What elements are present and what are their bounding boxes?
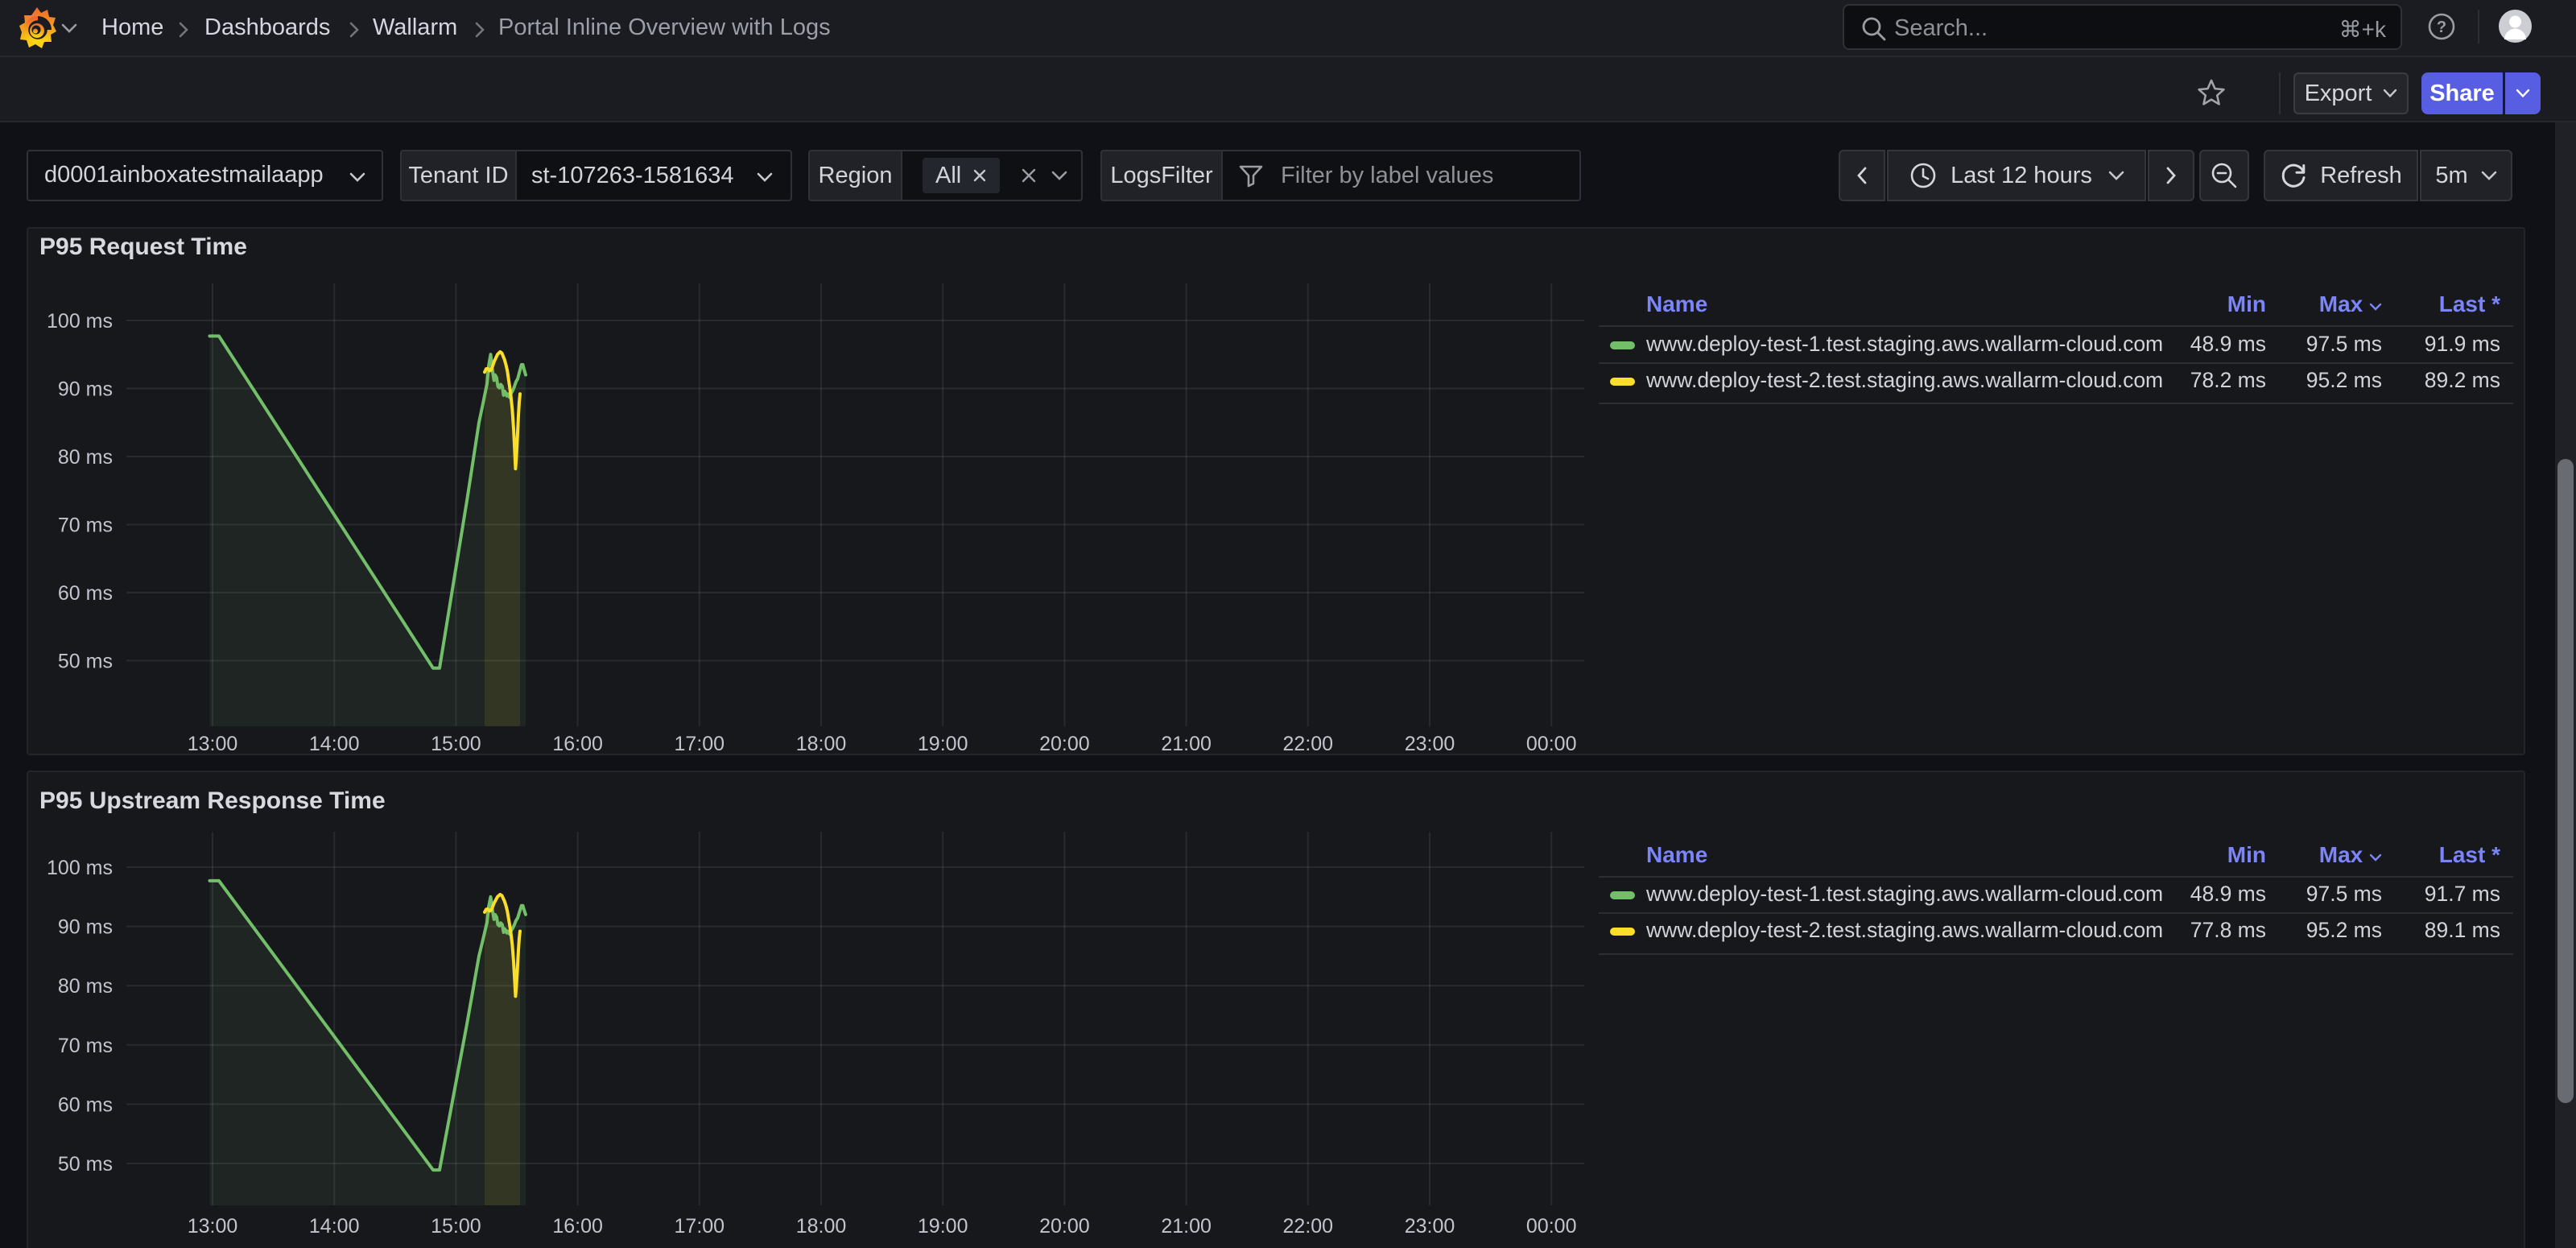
- svg-text:20:00: 20:00: [1039, 1215, 1090, 1238]
- svg-text:23:00: 23:00: [1405, 1215, 1455, 1238]
- svg-text:15:00: 15:00: [431, 733, 481, 755]
- svg-text:20:00: 20:00: [1039, 733, 1090, 755]
- svg-text:50 ms: 50 ms: [58, 1153, 113, 1176]
- svg-text:23:00: 23:00: [1405, 733, 1455, 755]
- svg-text:21:00: 21:00: [1161, 733, 1212, 755]
- svg-text:19:00: 19:00: [918, 733, 968, 755]
- svg-text:50 ms: 50 ms: [58, 651, 113, 673]
- svg-text:21:00: 21:00: [1161, 1215, 1212, 1238]
- svg-text:14:00: 14:00: [309, 1215, 360, 1238]
- svg-text:100 ms: 100 ms: [47, 857, 113, 879]
- svg-text:22:00: 22:00: [1283, 733, 1334, 755]
- svg-text:18:00: 18:00: [796, 1215, 847, 1238]
- svg-text:18:00: 18:00: [796, 733, 847, 755]
- svg-text:17:00: 17:00: [675, 1215, 725, 1238]
- svg-text:60 ms: 60 ms: [58, 1093, 113, 1116]
- svg-text:19:00: 19:00: [918, 1215, 968, 1238]
- svg-text:13:00: 13:00: [188, 733, 238, 755]
- svg-text:16:00: 16:00: [552, 733, 603, 755]
- svg-text:16:00: 16:00: [552, 1215, 603, 1238]
- svg-text:70 ms: 70 ms: [58, 1035, 113, 1057]
- svg-text:14:00: 14:00: [309, 733, 360, 755]
- svg-text:80 ms: 80 ms: [58, 446, 113, 469]
- svg-text:80 ms: 80 ms: [58, 975, 113, 998]
- svg-text:00:00: 00:00: [1526, 1215, 1577, 1238]
- svg-text:00:00: 00:00: [1526, 733, 1577, 755]
- svg-text:22:00: 22:00: [1283, 1215, 1334, 1238]
- svg-text:15:00: 15:00: [431, 1215, 481, 1238]
- svg-text:17:00: 17:00: [675, 733, 725, 755]
- svg-text:90 ms: 90 ms: [58, 378, 113, 401]
- svg-text:100 ms: 100 ms: [47, 310, 113, 333]
- svg-text:13:00: 13:00: [188, 1215, 238, 1238]
- svg-text:?: ?: [2437, 19, 2446, 36]
- svg-text:90 ms: 90 ms: [58, 916, 113, 939]
- svg-text:70 ms: 70 ms: [58, 514, 113, 537]
- svg-text:60 ms: 60 ms: [58, 582, 113, 605]
